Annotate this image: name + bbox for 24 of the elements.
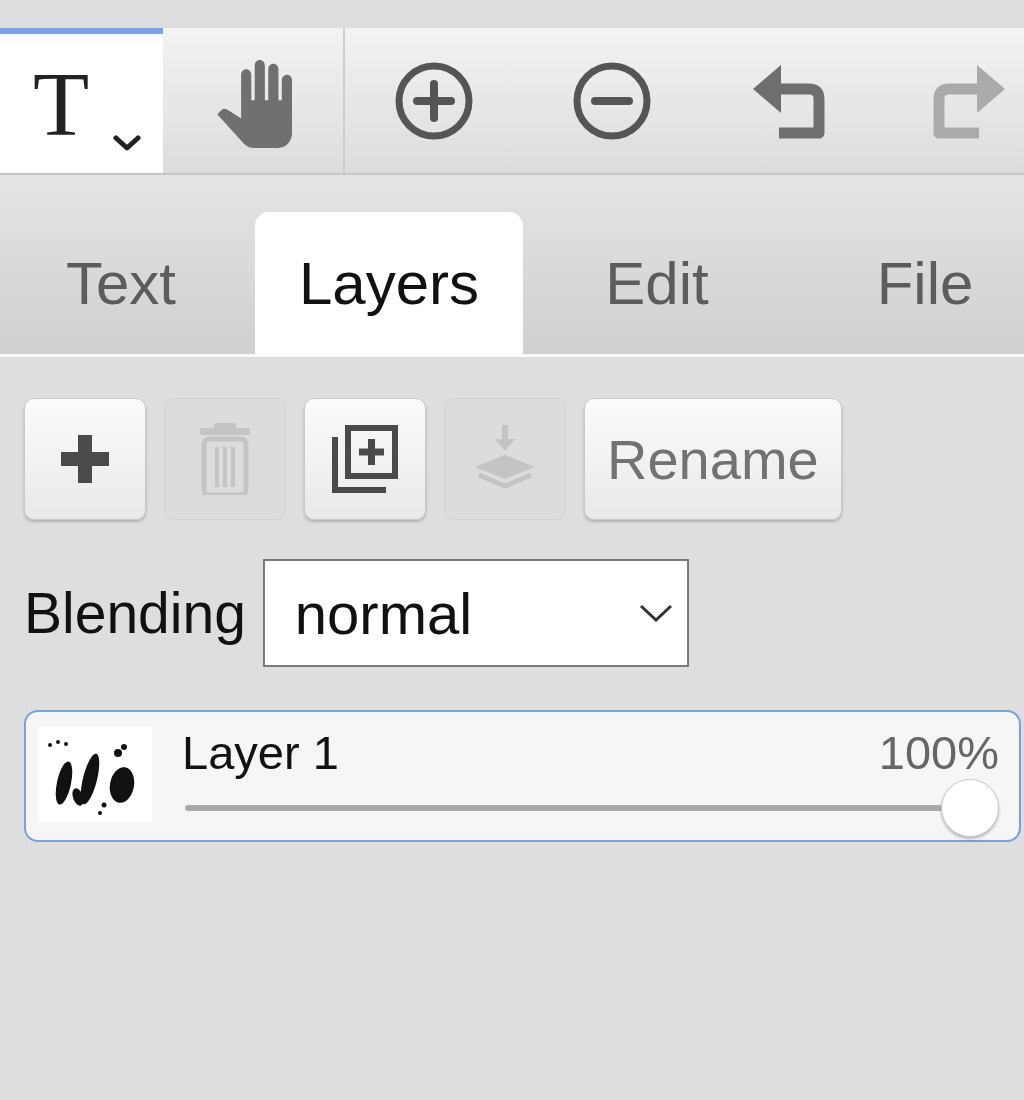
plus-icon (61, 435, 109, 483)
opacity-slider[interactable] (185, 779, 999, 837)
plus-circle-icon (395, 61, 473, 140)
opacity-value: 100% (878, 727, 999, 779)
slider-thumb[interactable] (941, 779, 999, 837)
blending-label: Blending (24, 580, 246, 646)
tab[interactable]: File (791, 212, 1024, 354)
chevron-down-icon (638, 604, 673, 622)
redo-arrow-icon (931, 62, 1005, 139)
trash-icon (200, 423, 250, 495)
undo-arrow-icon (753, 62, 827, 139)
blending-select[interactable]: normal (262, 559, 689, 667)
layer-row[interactable]: Layer 1 100% (24, 710, 1021, 842)
layer-name: Layer 1 (182, 727, 339, 779)
caret-icon (113, 135, 142, 151)
tab[interactable]: Layers (255, 212, 523, 354)
add-layer-button[interactable] (24, 398, 146, 520)
rename-button[interactable]: Rename (584, 398, 842, 520)
tab[interactable]: Text (0, 212, 255, 354)
tab[interactable]: Edit (523, 212, 791, 354)
text-tool-button[interactable]: T (0, 28, 163, 173)
minus-circle-icon (573, 61, 651, 140)
copy-plus-icon (332, 425, 398, 493)
duplicate-layer-button[interactable] (304, 398, 426, 520)
